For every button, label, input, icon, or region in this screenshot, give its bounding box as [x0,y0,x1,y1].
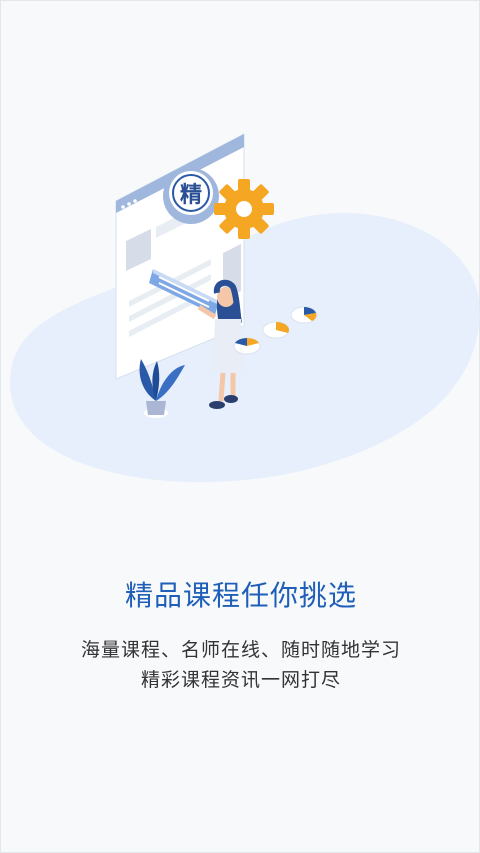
pie-chart-icon [290,306,318,324]
svg-text:精: 精 [180,182,202,208]
onboarding-screen: 精 精品课程任你挑选 海量课程、名师在线、随时随地学习 精彩课程资讯一网打尽 [0,0,480,853]
onboarding-illustration: 精 [10,133,480,483]
onboarding-subtitle-line-2: 精彩课程资讯一网打尽 [140,669,341,691]
pie-chart-icon [233,337,261,355]
pie-chart-icon [262,321,290,339]
onboarding-subtitle-line-1: 海量课程、名师在线、随时随地学习 [80,639,401,661]
onboarding-title: 精品课程任你挑选 [124,579,357,612]
jing-badge-icon: 精 [163,168,219,224]
gear-icon [214,179,274,239]
